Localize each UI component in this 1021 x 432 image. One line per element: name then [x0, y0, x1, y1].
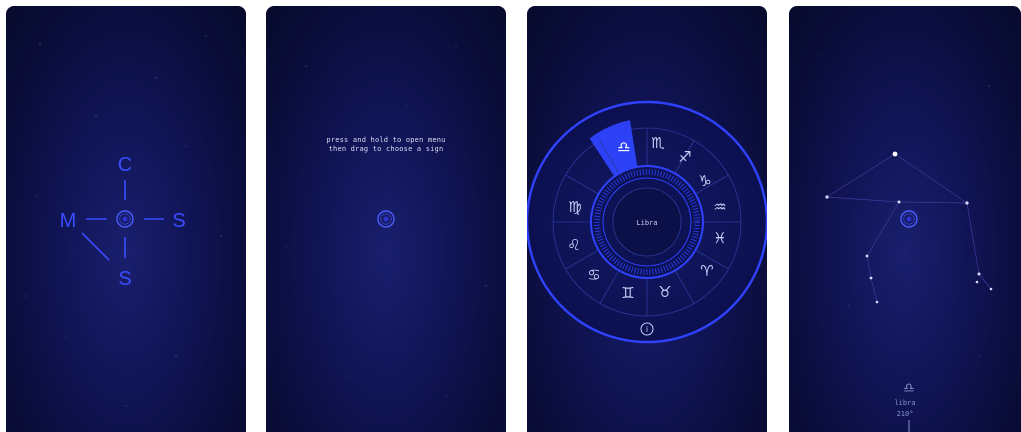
sun-icon[interactable]: [266, 6, 506, 432]
pisces-icon[interactable]: ♓: [713, 229, 726, 247]
libra-icon[interactable]: ♎: [617, 138, 630, 156]
taurus-icon[interactable]: ♉: [658, 283, 671, 301]
constellation-map: ♎: [818, 55, 993, 432]
cancer-icon[interactable]: ♋: [587, 266, 600, 284]
compass-letter-right: S: [172, 210, 185, 232]
scorpio-icon[interactable]: ♏: [651, 134, 665, 152]
libra-sign-icon: ♎: [903, 381, 915, 396]
constellation-lines: [826, 153, 992, 303]
sun-icon[interactable]: [900, 210, 918, 228]
capricorn-icon[interactable]: ♑: [698, 172, 711, 190]
screen-constellation: ♎ libra 210°: [789, 6, 1021, 432]
compass-letter-left: M: [60, 210, 77, 232]
virgo-icon[interactable]: ♍: [568, 198, 581, 216]
sign-name: libra: [894, 399, 916, 407]
compass-letter-bottom: S: [118, 268, 131, 290]
aries-icon[interactable]: ♈: [700, 262, 713, 280]
screen-hint: press and hold to open menu then drag to…: [266, 6, 506, 432]
screen-compass: C M S S: [6, 6, 246, 432]
leo-icon[interactable]: ♌: [567, 236, 580, 254]
svg-text:i: i: [646, 325, 648, 334]
zodiac-wheel[interactable]: ♎ ♏ ♐ ♑ ♒ ♓ ♈ ♉ ♊ ♋ ♌ ♍ Libra i: [527, 6, 767, 432]
screen-zodiac-menu: ♎ ♏ ♐ ♑ ♒ ♓ ♈ ♉ ♊ ♋ ♌ ♍ Libra i: [527, 6, 767, 432]
compass-letter-top: C: [118, 154, 132, 176]
sagittarius-icon[interactable]: ♐: [678, 148, 691, 166]
sign-degrees: 210°: [896, 410, 914, 418]
gemini-icon[interactable]: ♊: [621, 284, 634, 302]
app-store-screenshots: C M S S press and hold to open menu then…: [0, 0, 1021, 432]
center-sign-label: Libra: [636, 219, 657, 227]
aquarius-icon[interactable]: ♒: [713, 198, 726, 216]
